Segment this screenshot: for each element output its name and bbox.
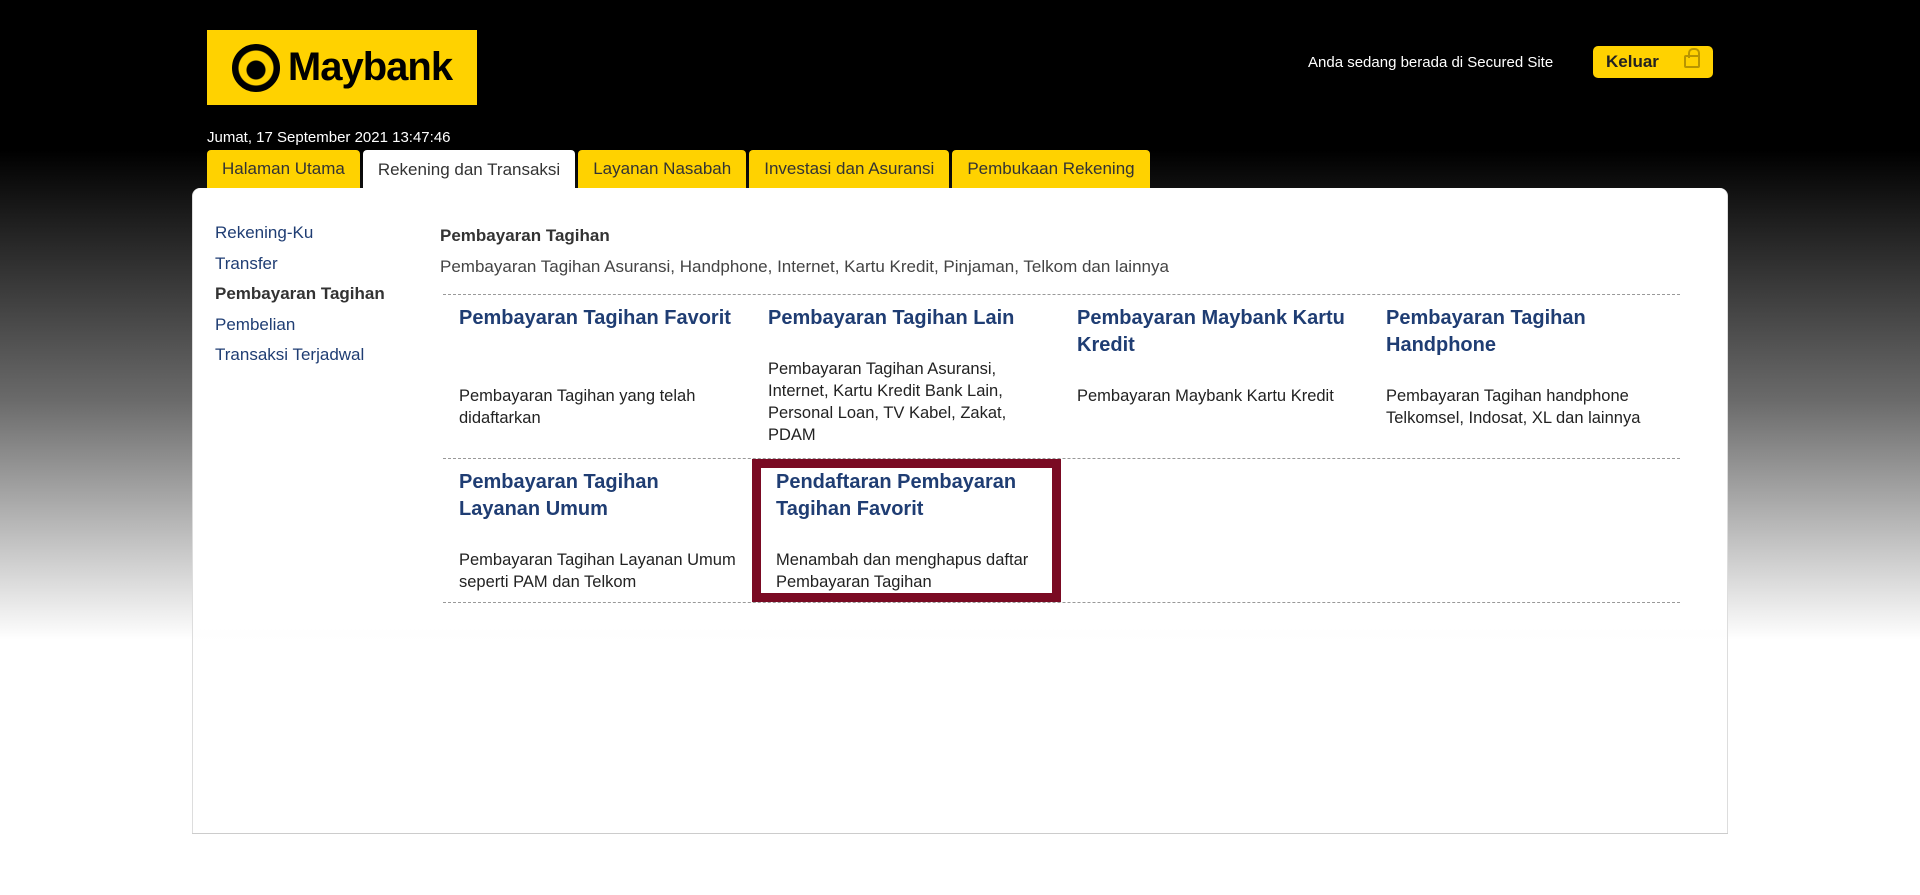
- empty-cell: [1370, 459, 1679, 602]
- main-nav-tabs: Halaman Utama Rekening dan Transaksi Lay…: [207, 150, 1150, 190]
- option-tagihan-favorit: Pembayaran Tagihan Favorit Pembayaran Ta…: [443, 295, 752, 458]
- sidebar: Rekening-Ku Transfer Pembayaran Tagihan …: [215, 218, 385, 371]
- sidebar-item-rekening-ku[interactable]: Rekening-Ku: [215, 218, 385, 249]
- tab-rekening-dan-transaksi[interactable]: Rekening dan Transaksi: [362, 150, 576, 190]
- option-pendaftaran-tagihan-favorit: Pendaftaran Pembayaran Tagihan Favorit M…: [752, 459, 1061, 602]
- page-description: Pembayaran Tagihan Asuransi, Handphone, …: [440, 257, 1169, 276]
- tiger-icon: [231, 43, 280, 92]
- option-tagihan-lain: Pembayaran Tagihan Lain Pembayaran Tagih…: [752, 295, 1061, 458]
- option-description: Pembayaran Tagihan Asuransi, Internet, K…: [768, 360, 1007, 444]
- option-title-link[interactable]: Pendaftaran Pembayaran Tagihan Favorit: [776, 469, 1045, 523]
- tab-pembukaan-rekening[interactable]: Pembukaan Rekening: [952, 150, 1150, 188]
- option-title-link[interactable]: Pembayaran Maybank Kartu Kredit: [1077, 305, 1354, 359]
- lock-icon: [1684, 48, 1700, 68]
- sidebar-item-transfer[interactable]: Transfer: [215, 249, 385, 280]
- current-datetime: Jumat, 17 September 2021 13:47:46: [207, 129, 451, 146]
- options-row: Pembayaran Tagihan Layanan Umum Pembayar…: [443, 458, 1680, 603]
- sidebar-item-pembelian[interactable]: Pembelian: [215, 310, 385, 341]
- footer-divider: [192, 833, 1728, 834]
- logout-button[interactable]: Keluar: [1593, 46, 1713, 78]
- sidebar-item-transaksi-terjadwal[interactable]: Transaksi Terjadwal: [215, 340, 385, 371]
- logo-text: Maybank: [287, 45, 453, 89]
- option-description: Pembayaran Maybank Kartu Kredit: [1077, 387, 1334, 405]
- option-tagihan-layanan-umum: Pembayaran Tagihan Layanan Umum Pembayar…: [443, 459, 752, 602]
- option-description: Pembayaran Tagihan yang telah didaftarka…: [459, 387, 696, 427]
- tab-layanan-nasabah[interactable]: Layanan Nasabah: [578, 150, 747, 188]
- options-row: Pembayaran Tagihan Favorit Pembayaran Ta…: [443, 294, 1680, 458]
- option-description: Pembayaran Tagihan handphone Telkomsel, …: [1386, 387, 1641, 427]
- option-title-link[interactable]: Pembayaran Tagihan Favorit: [459, 305, 736, 332]
- option-maybank-kartu-kredit: Pembayaran Maybank Kartu Kredit Pembayar…: [1061, 295, 1370, 458]
- option-description: Pembayaran Tagihan Layanan Umum seperti …: [459, 551, 736, 591]
- option-title-link[interactable]: Pembayaran Tagihan Lain: [768, 305, 1045, 332]
- logout-label: Keluar: [1606, 52, 1659, 71]
- maybank-logo[interactable]: Maybank: [207, 30, 477, 105]
- option-tagihan-handphone: Pembayaran Tagihan Handphone Pembayaran …: [1370, 295, 1679, 458]
- sidebar-item-pembayaran-tagihan: Pembayaran Tagihan: [215, 284, 385, 303]
- payment-options-grid: Pembayaran Tagihan Favorit Pembayaran Ta…: [443, 294, 1680, 603]
- tab-investasi-dan-asuransi[interactable]: Investasi dan Asuransi: [749, 150, 950, 188]
- secured-site-text: Anda sedang berada di Secured Site: [1308, 54, 1554, 71]
- page-title: Pembayaran Tagihan: [440, 226, 610, 245]
- option-title-link[interactable]: Pembayaran Tagihan Handphone: [1386, 305, 1663, 359]
- option-description: Menambah dan menghapus daftar Pembayaran…: [776, 551, 1029, 591]
- tab-halaman-utama[interactable]: Halaman Utama: [207, 150, 360, 188]
- option-title-link[interactable]: Pembayaran Tagihan Layanan Umum: [459, 469, 736, 523]
- empty-cell: [1061, 459, 1370, 602]
